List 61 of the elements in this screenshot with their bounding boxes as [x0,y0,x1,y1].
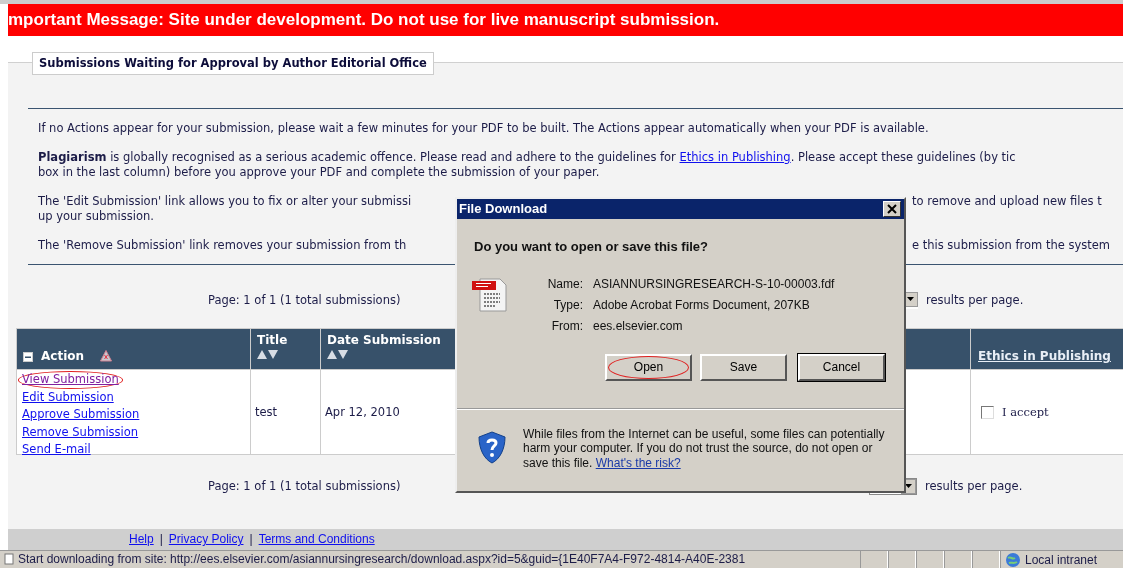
warning-banner: mportant Message: Site under development. Do not use for live manuscript submission. [8,4,1123,36]
sort-arrows-icon [327,349,348,361]
close-icon [887,204,897,214]
ethics-link[interactable]: Ethics in Publishing [679,150,791,165]
shield-question-icon [477,430,507,465]
field-label: Name: [546,276,583,292]
column-title: Action [41,348,85,366]
dialog-button[interactable]: Cancel [798,353,885,381]
column-title[interactable]: Title [257,333,314,348]
results-label: results per page. [926,291,1024,309]
dropdown-arrow-icon [904,483,913,490]
page-icon [4,551,14,567]
close-button[interactable] [883,201,901,217]
field-value: ASIANNURSINGRESEARCH-S-10-00003.fdf [593,276,835,292]
status-pane [860,551,888,568]
action-link[interactable]: Approve Submission [18,406,144,424]
section-title: Submissions Waiting for Approval by Author Editorial Office [32,52,434,76]
checkbox-label: I accept [1002,403,1049,421]
field-value: ees.elsevier.com [593,318,684,334]
title-cell: test [251,369,321,455]
status-pane [888,551,916,568]
action-link[interactable]: Edit Submission [18,388,118,407]
instruction-text: If no Actions appear for your submission, please wait a few minutes for your PDF to be built. The Actions appear automatically when your PDF is available. [38,121,929,136]
footer-link[interactable]: Terms and Conditions [258,530,375,549]
instruction-text: up your submission. [38,209,154,224]
pdf-file-icon [472,276,508,313]
instruction-text: box in the last column) before you approve your PDF and complete the submission of your paper. [38,165,600,180]
field-label: From: [550,318,583,334]
dialog-title: File Download [459,200,548,219]
warning-icon [100,350,113,363]
status-pane [972,551,1000,568]
field-label: Type: [552,297,583,313]
status-pane [916,551,944,568]
ethics-link[interactable]: Ethics in Publishing [978,347,1111,366]
instruction-text: The 'Remove Submission' link removes your submission from th [38,238,407,253]
accept-checkbox[interactable] [981,405,994,419]
footer-link[interactable]: Help [129,530,154,549]
instruction-text: The 'Edit Submission' link allows you to fix or alter your submissi [38,194,412,209]
status-text: Start downloading from site: http://ees.elsevier.com/asiannursingresearch/download.aspx?id=5&guid={1E40F7A4-F972-4814-A40E-2381 [18,551,747,568]
separator-text: | [249,531,253,549]
action-link[interactable]: Send E-mail [18,441,95,459]
zone-text: Local intranet [1025,551,1098,568]
page-info: Page: 1 of 1 (1 total submissions) [208,478,401,493]
results-label: results per page. [925,477,1023,495]
risk-link[interactable]: What's the risk? [595,455,681,470]
field-value: Adobe Acrobat Forms Document, 207KB [593,297,811,313]
separator-text: | [159,531,163,549]
sort-arrows-icon [257,349,278,361]
page-info: Page: 1 of 1 (1 total submissions) [208,292,401,307]
status-pane [944,551,972,568]
action-link[interactable]: Remove Submission [18,423,143,442]
instruction-text: e this submission from the system [912,238,1111,254]
globe-icon [1005,551,1021,568]
dialog-button[interactable]: Open [605,353,692,381]
instruction-text: to remove and upload new files t [912,194,1102,210]
dropdown-arrow-icon [906,296,915,303]
footer-link[interactable]: Privacy Policy [168,530,244,549]
dialog-button[interactable]: Save [700,353,787,381]
collapse-icon [23,352,33,363]
instruction-text: Plagiarism is globally recognised as a serious academic offence. Please read and adhere to the guidelines for Ethics in Publishing. Please accept these guidelines (by tic [38,150,1016,165]
dialog-question: Do you want to open or save this file? [474,238,710,256]
